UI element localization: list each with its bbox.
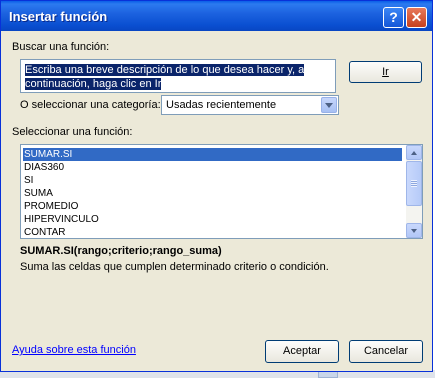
category-select[interactable]: Usadas recientemente bbox=[161, 95, 339, 115]
go-button[interactable]: Ir bbox=[349, 61, 422, 83]
category-label: O seleccionar una categoría: bbox=[20, 99, 161, 111]
function-item-dias360[interactable]: DIAS360 bbox=[24, 161, 64, 174]
function-list-label: Seleccionar una función: bbox=[12, 126, 133, 138]
function-item-hipervinculo[interactable]: HIPERVINCULO bbox=[24, 213, 99, 226]
go-button-label: Ir bbox=[382, 66, 389, 78]
function-list[interactable]: SUMAR.SI DIAS360 SI SUMA PROMEDIO HIPERV… bbox=[20, 144, 423, 239]
background-scroll-box bbox=[318, 371, 338, 378]
search-text-line1: Escriba una breve descripción de lo que … bbox=[25, 64, 305, 76]
function-item-sumar-si[interactable]: SUMAR.SI bbox=[22, 147, 403, 162]
function-item-suma[interactable]: SUMA bbox=[24, 187, 53, 200]
function-item-contar[interactable]: CONTAR bbox=[24, 226, 65, 238]
help-button[interactable]: ? bbox=[383, 7, 404, 28]
search-text-line2: continuación, haga clic en Ir bbox=[25, 78, 162, 90]
insert-function-dialog: Insertar función ? ✕ Buscar una función:… bbox=[0, 0, 433, 372]
accept-button[interactable]: Aceptar bbox=[265, 340, 339, 363]
function-item-promedio[interactable]: PROMEDIO bbox=[24, 200, 78, 213]
scroll-thumb[interactable] bbox=[406, 161, 422, 206]
scroll-down-arrow-icon[interactable] bbox=[406, 223, 422, 238]
dialog-title: Insertar función bbox=[9, 9, 108, 24]
search-label: Buscar una función: bbox=[12, 41, 110, 53]
chevron-down-icon[interactable] bbox=[321, 97, 337, 113]
close-button[interactable]: ✕ bbox=[406, 7, 427, 28]
function-list-scrollbar[interactable] bbox=[406, 145, 422, 238]
search-input[interactable]: Escriba una breve descripción de lo que … bbox=[20, 59, 336, 93]
cancel-button[interactable]: Cancelar bbox=[349, 340, 423, 363]
category-selected-value: Usadas recientemente bbox=[166, 99, 277, 111]
function-syntax: SUMAR.SI(rango;criterio;rango_suma) bbox=[20, 245, 222, 257]
scroll-up-arrow-icon[interactable] bbox=[406, 145, 422, 160]
function-description: Suma las celdas que cumplen determinado … bbox=[20, 261, 329, 273]
title-bar[interactable]: Insertar función ? ✕ bbox=[1, 1, 432, 31]
help-link[interactable]: Ayuda sobre esta función bbox=[12, 344, 136, 356]
function-item-si[interactable]: SI bbox=[24, 174, 33, 187]
